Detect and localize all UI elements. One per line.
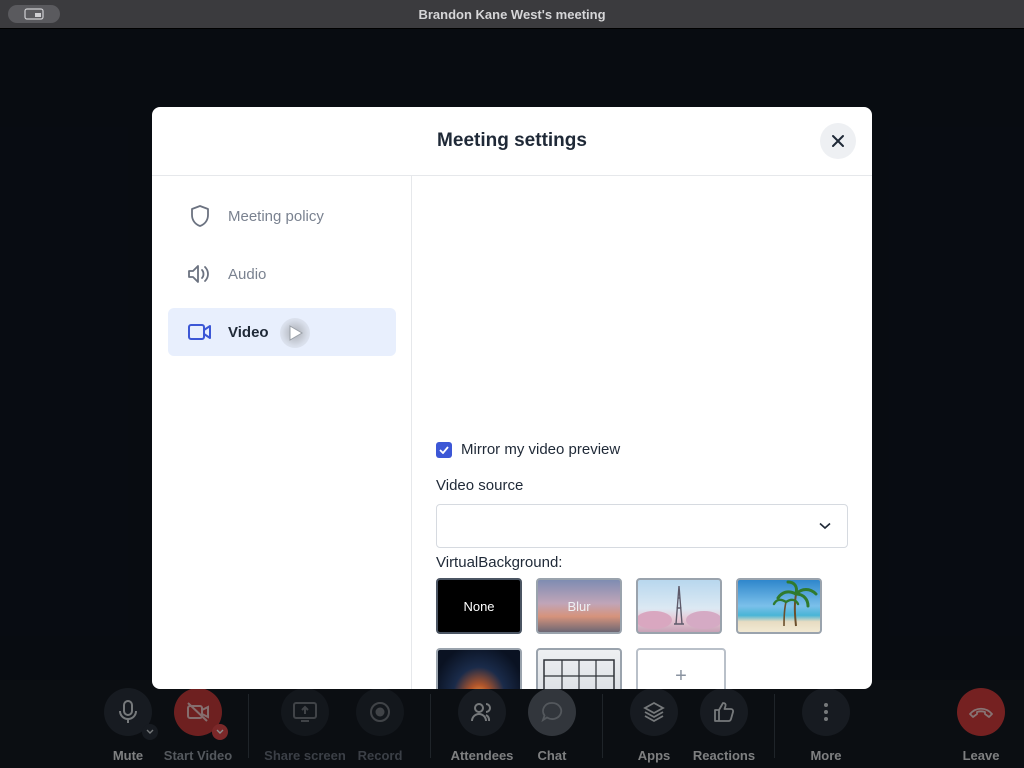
tile-label: None: [463, 598, 495, 614]
background-none-tile[interactable]: None: [436, 578, 522, 634]
dialog-title: Meeting settings: [437, 130, 587, 151]
background-room-tile[interactable]: [536, 648, 622, 689]
window-room-image: [543, 659, 615, 689]
meeting-settings-dialog: Meeting settings Meeting policy Audio Vi…: [152, 107, 872, 689]
add-background-button[interactable]: +: [636, 648, 726, 689]
checkmark-icon: [439, 445, 449, 454]
pointer-cursor: [280, 318, 310, 348]
background-space-tile[interactable]: [436, 648, 522, 689]
video-source-label: Video source: [436, 477, 524, 494]
speaker-icon: [186, 263, 214, 285]
background-paris-tile[interactable]: [636, 578, 722, 634]
video-camera-icon: [186, 322, 214, 342]
video-source-select[interactable]: [436, 504, 848, 548]
window-title: Brandon Kane West's meeting: [418, 6, 606, 22]
mirror-video-checkbox-row[interactable]: Mirror my video preview: [436, 441, 620, 458]
title-bar: Brandon Kane West's meeting: [0, 0, 1024, 29]
sidebar-item-label: Audio: [228, 265, 267, 283]
video-settings-panel: Mirror my video preview Video source Vir…: [412, 176, 872, 689]
background-beach-tile[interactable]: [736, 578, 822, 634]
pointer-icon: [289, 325, 303, 341]
close-button[interactable]: [820, 123, 856, 159]
chevron-down-icon: [819, 522, 831, 530]
sidebar-item-meeting-policy[interactable]: Meeting policy: [168, 192, 396, 240]
virtual-background-label: VirtualBackground:: [436, 554, 563, 571]
sidebar-toggle-button[interactable]: [8, 5, 60, 23]
palm-tree-image: [772, 580, 818, 627]
shield-icon: [186, 204, 214, 228]
mirror-video-label: Mirror my video preview: [461, 441, 621, 458]
mirror-video-checkbox[interactable]: [436, 441, 452, 458]
sidebar-item-audio[interactable]: Audio: [168, 250, 396, 298]
background-blur-tile[interactable]: Blur: [536, 578, 622, 634]
settings-sidebar: Meeting policy Audio Video: [152, 176, 412, 689]
plus-icon: +: [675, 664, 687, 687]
window-icon: [24, 8, 44, 20]
tile-label: Blur: [567, 598, 591, 614]
close-icon: [832, 135, 844, 147]
sidebar-item-label: Video: [228, 323, 269, 341]
sidebar-item-label: Meeting policy: [228, 207, 324, 225]
eiffel-tower-image: [638, 585, 720, 629]
dialog-header: Meeting settings: [152, 107, 872, 176]
